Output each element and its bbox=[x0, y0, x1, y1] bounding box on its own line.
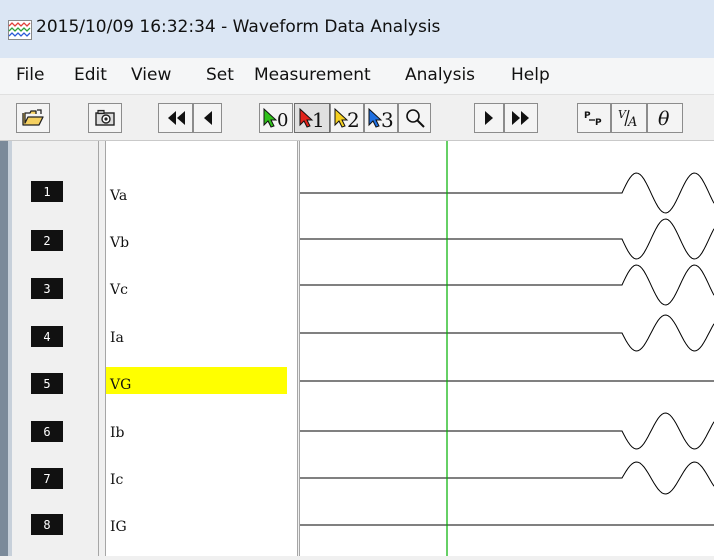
channel-number[interactable]: 6 bbox=[31, 421, 63, 442]
step-back-icon bbox=[203, 111, 212, 125]
svg-text:1: 1 bbox=[312, 108, 325, 130]
cursor-1-button[interactable]: 1 bbox=[294, 103, 330, 133]
rewind-fast-icon bbox=[167, 111, 185, 125]
channel-name[interactable]: IG bbox=[110, 519, 127, 535]
channel-number[interactable]: 8 bbox=[31, 514, 63, 535]
camera-icon bbox=[95, 109, 115, 126]
app-waveform-icon bbox=[8, 20, 32, 40]
channel-number-column: 1 2 3 4 5 6 7 8 bbox=[12, 141, 99, 556]
svg-text:P: P bbox=[595, 118, 602, 128]
waveform-trace-Ib bbox=[300, 412, 714, 450]
channel-name[interactable]: Vb bbox=[110, 235, 129, 251]
zoom-icon bbox=[405, 109, 425, 128]
svg-text:V: V bbox=[618, 108, 627, 121]
phase-angle-button[interactable]: θ bbox=[647, 103, 683, 133]
cursor-0-icon: 0 bbox=[263, 107, 288, 130]
channel-name[interactable]: Va bbox=[110, 188, 127, 204]
channel-name[interactable]: Ia bbox=[110, 330, 124, 346]
menu-set[interactable]: Set bbox=[206, 65, 234, 85]
channel-number[interactable]: 2 bbox=[31, 230, 63, 251]
channel-name[interactable]: Ib bbox=[110, 425, 125, 441]
phase-angle-icon: θ bbox=[658, 108, 670, 129]
menu-analysis[interactable]: Analysis bbox=[405, 65, 475, 85]
cursor-0-button[interactable]: 0 bbox=[259, 103, 293, 133]
waveform-canvas[interactable] bbox=[300, 141, 714, 556]
waveform-trace-Va bbox=[300, 172, 714, 214]
menu-bar: File Edit View Set Measurement Analysis … bbox=[0, 58, 714, 95]
cursor-2-button[interactable]: 2 bbox=[330, 103, 364, 133]
svg-text:2: 2 bbox=[347, 108, 360, 130]
menu-file[interactable]: File bbox=[16, 65, 44, 85]
channel-highlight bbox=[106, 367, 287, 394]
svg-text:θ: θ bbox=[658, 108, 670, 129]
menu-view[interactable]: View bbox=[131, 65, 171, 85]
waveform-trace-Vb bbox=[300, 218, 714, 260]
channel-number[interactable]: 7 bbox=[31, 468, 63, 489]
cursor-1-icon: 1 bbox=[299, 107, 325, 130]
step-back-button[interactable] bbox=[193, 103, 222, 133]
waveform-trace-Ic bbox=[300, 461, 714, 495]
channel-number[interactable]: 5 bbox=[31, 373, 63, 394]
forward-fast-button[interactable] bbox=[504, 103, 538, 133]
column-gap bbox=[99, 141, 106, 556]
waveform-trace-Vc bbox=[300, 264, 714, 306]
step-forward-button[interactable] bbox=[474, 103, 504, 133]
channel-name-column: Va Vb Vc Ia VG Ib Ic IG bbox=[106, 141, 297, 556]
peak-to-peak-icon: P P bbox=[584, 111, 602, 128]
open-folder-icon bbox=[22, 109, 44, 126]
peak-to-peak-button[interactable]: P P bbox=[577, 103, 611, 133]
channel-number[interactable]: 4 bbox=[31, 326, 63, 347]
channel-name[interactable]: Ic bbox=[110, 472, 123, 488]
left-frame bbox=[0, 141, 8, 556]
cursor-2-icon: 2 bbox=[334, 107, 360, 130]
channel-name[interactable]: VG bbox=[110, 377, 131, 393]
window-title: 2015/10/09 16:32:34 - Waveform Data Anal… bbox=[36, 17, 441, 37]
rewind-fast-button[interactable] bbox=[158, 103, 193, 133]
svg-text:A: A bbox=[627, 115, 637, 129]
waveform-trace-Ia bbox=[300, 314, 714, 352]
open-button[interactable] bbox=[16, 103, 50, 133]
cursor-3-button[interactable]: 3 bbox=[364, 103, 398, 133]
voltage-ampere-button[interactable]: V A bbox=[611, 103, 647, 133]
toolbar: 0 1 2 3 P P V A θ bbox=[0, 95, 714, 141]
voltage-ampere-icon: V A bbox=[618, 108, 637, 129]
channel-number[interactable]: 1 bbox=[31, 181, 63, 202]
forward-fast-icon bbox=[512, 111, 529, 125]
waveform-area[interactable] bbox=[300, 141, 714, 556]
menu-help[interactable]: Help bbox=[511, 65, 550, 85]
cursor-3-icon: 3 bbox=[368, 107, 394, 130]
svg-text:0: 0 bbox=[277, 110, 288, 130]
menu-measurement[interactable]: Measurement bbox=[254, 65, 371, 85]
snapshot-button[interactable] bbox=[88, 103, 122, 133]
title-bar: 2015/10/09 16:32:34 - Waveform Data Anal… bbox=[0, 0, 714, 58]
menu-edit[interactable]: Edit bbox=[74, 65, 107, 85]
step-forward-icon bbox=[485, 111, 493, 125]
svg-text:3: 3 bbox=[381, 108, 394, 130]
channel-name[interactable]: Vc bbox=[110, 282, 128, 298]
channel-number[interactable]: 3 bbox=[31, 278, 63, 299]
zoom-button[interactable] bbox=[398, 103, 431, 133]
